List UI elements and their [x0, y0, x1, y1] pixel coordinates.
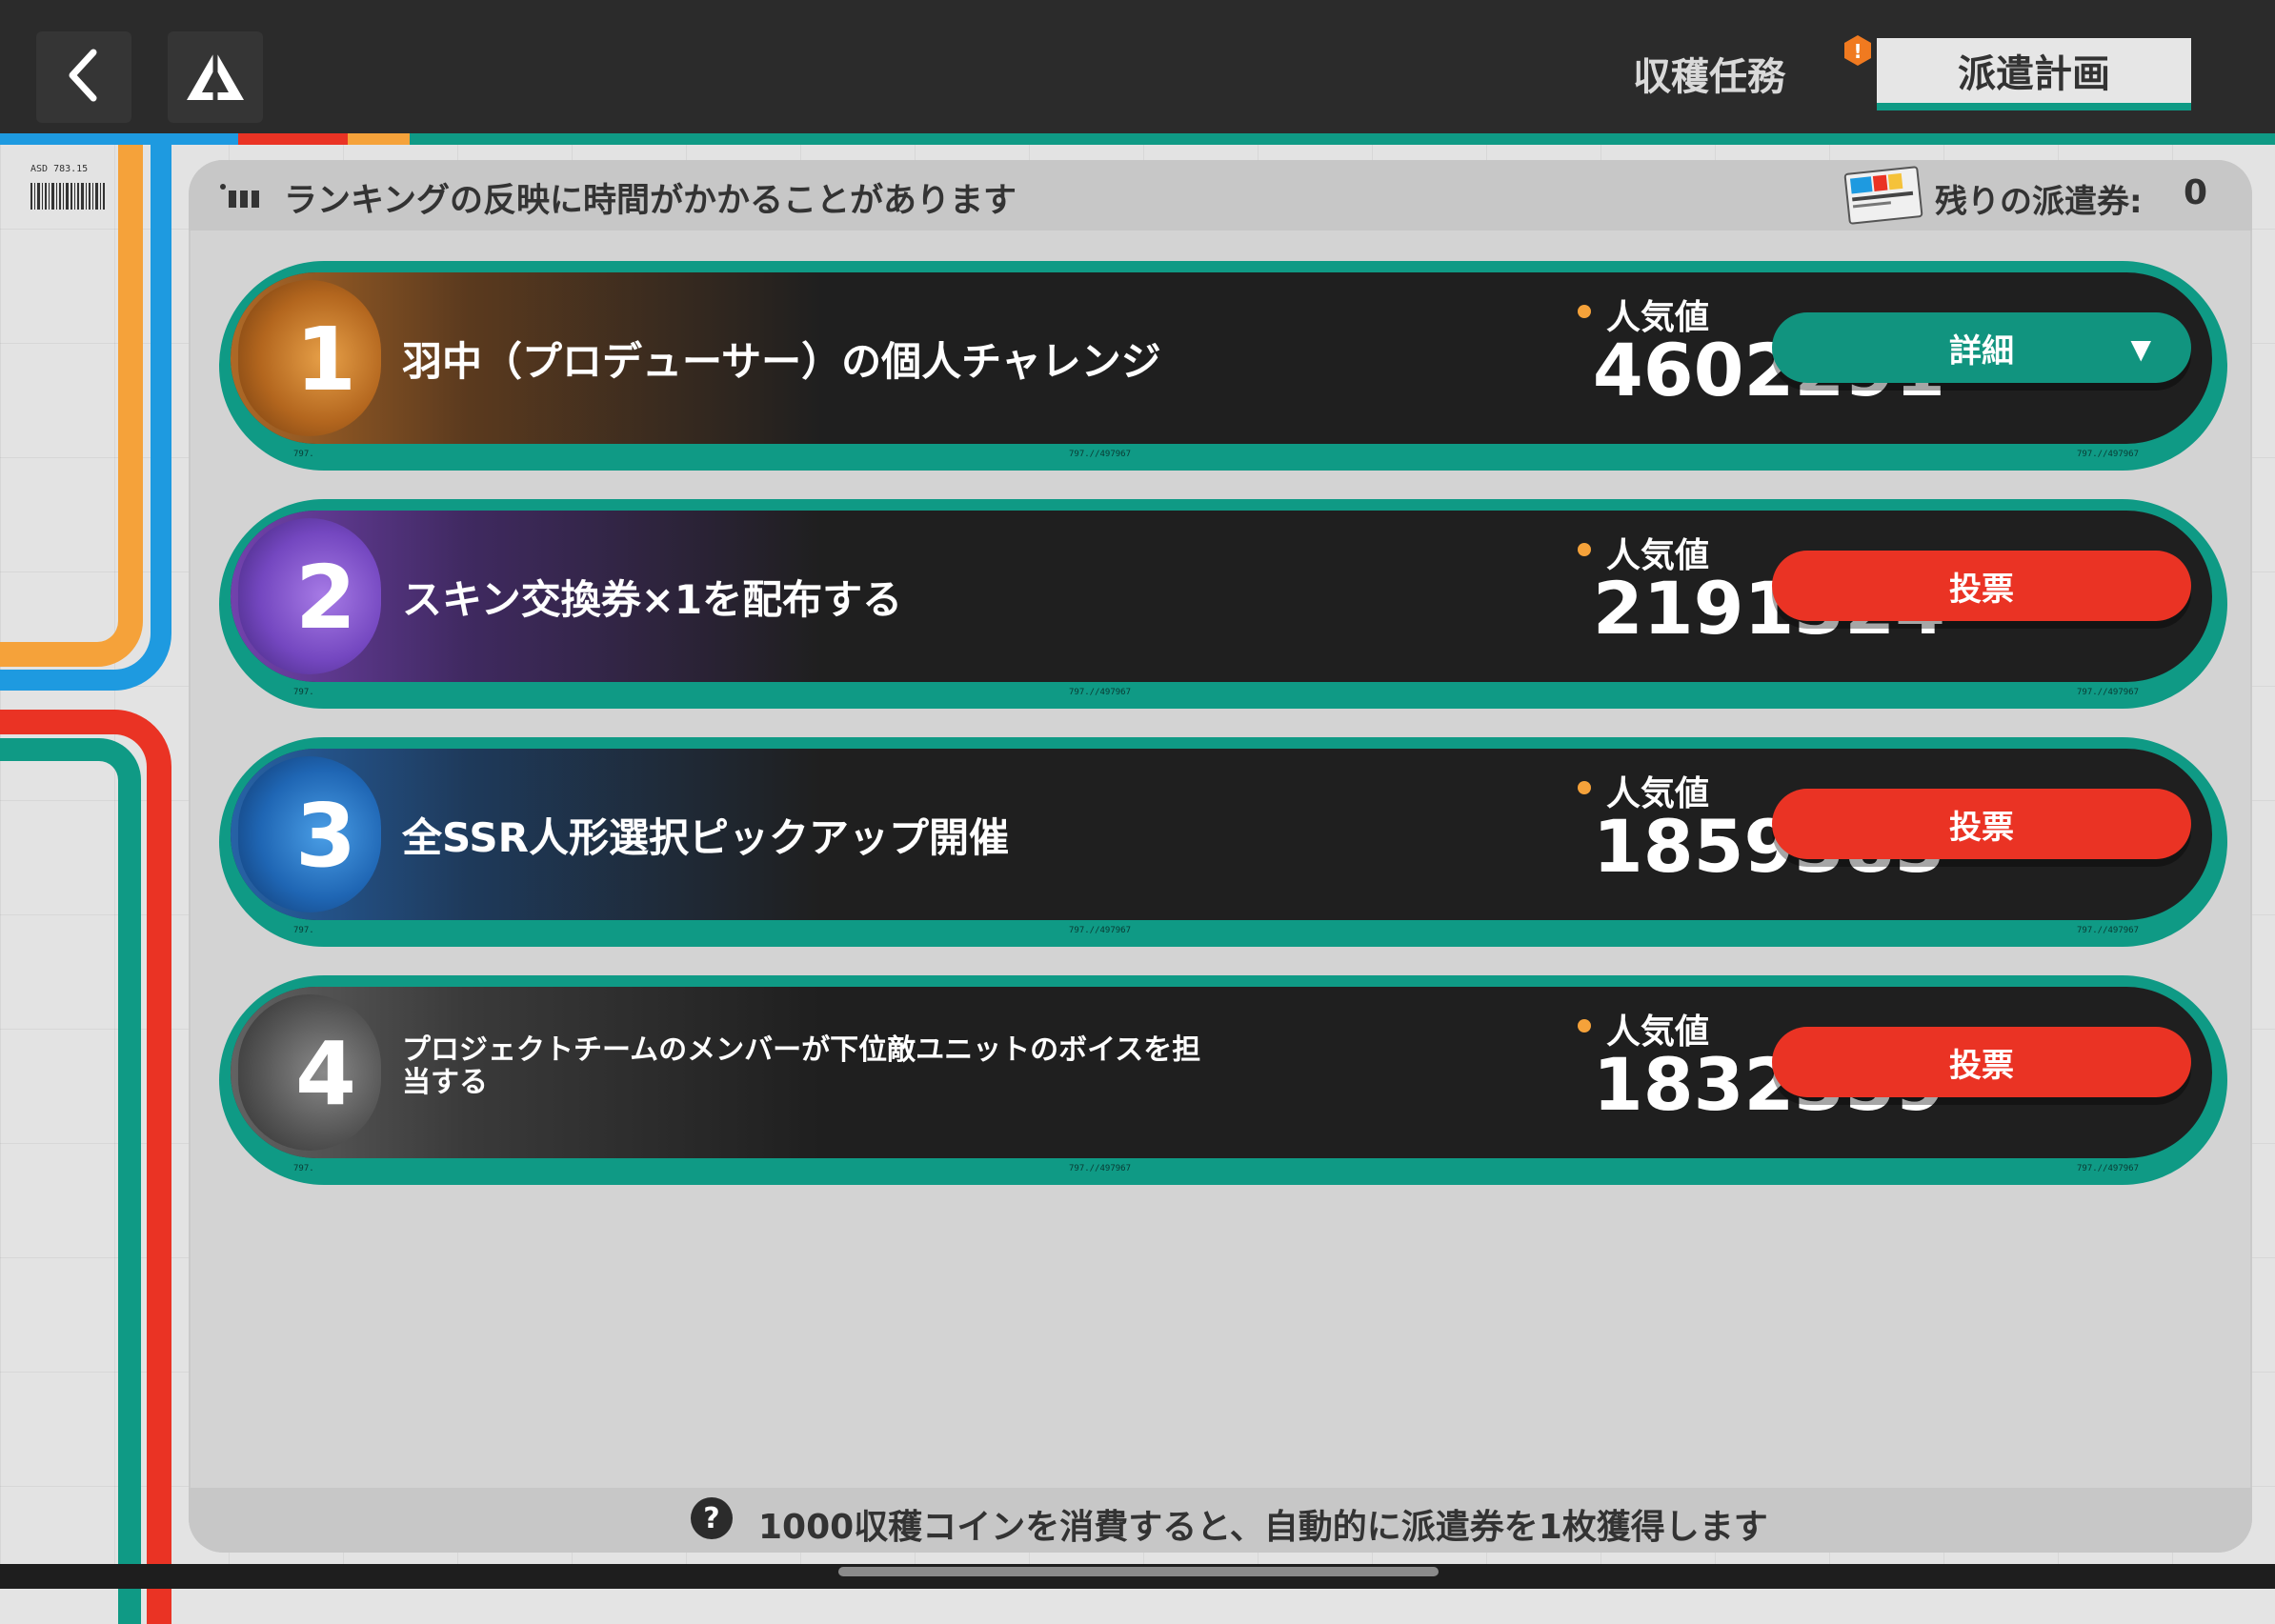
- details-button[interactable]: 詳細 ▼: [1772, 312, 2191, 383]
- rank-number: 4: [294, 1023, 356, 1125]
- track-line-teal: [0, 738, 141, 1624]
- vote-button[interactable]: 投票: [1772, 551, 2191, 621]
- alert-icon: !: [1842, 34, 1873, 70]
- tab-harvest-missions[interactable]: 収穫任務: [1633, 46, 1785, 101]
- rank-number: 1: [294, 309, 356, 411]
- top-bar: 収穫任務 ! 派遣計画: [0, 0, 2275, 133]
- rank-number: 3: [294, 785, 356, 887]
- tab-dispatch-plan-label: 派遣計画: [1958, 52, 2110, 96]
- ranking-card-3: 3 全SSR人形選択ピックアップ開催 人気値 1859383 投票 797. 7…: [219, 737, 2227, 947]
- panel-footer: ? 1000収穫コインを消費すると、自動的に派遣券を1枚獲得します: [189, 1488, 2252, 1553]
- tab-dispatch-plan[interactable]: 派遣計画: [1877, 38, 2191, 110]
- popularity-dot: [1578, 543, 1591, 556]
- vote-button[interactable]: 投票: [1772, 1027, 2191, 1097]
- rank-number: 2: [294, 547, 356, 649]
- track-line-orange: [0, 143, 143, 667]
- ranking-title: 全SSR人形選択ピックアップ開催: [402, 814, 1009, 861]
- caret-down-icon: ▼: [2130, 333, 2151, 365]
- svg-text:!: !: [1853, 40, 1862, 63]
- ranking-title: プロジェクトチームのメンバーが下位敵ユニットのボイスを担当する: [402, 1033, 1201, 1099]
- popularity-dot: [1578, 781, 1591, 794]
- ranking-card-4: 4 プロジェクトチームのメンバーが下位敵ユニットのボイスを担当する 人気値 18…: [219, 975, 2227, 1185]
- triangle-logo-icon: [185, 49, 246, 106]
- chevron-left-icon: [65, 47, 103, 108]
- home-button[interactable]: [168, 31, 263, 123]
- panel-header: ランキングの反映に時間がかかることがあります 残りの派遣券: 0: [189, 160, 2252, 231]
- question-icon[interactable]: ?: [691, 1497, 733, 1539]
- ranking-card-2: 2 スキン交換券×1を配布する 人気値 2191324 投票 797. 797.…: [219, 499, 2227, 709]
- vote-button[interactable]: 投票: [1772, 789, 2191, 859]
- header-stripe-red: [238, 133, 348, 145]
- popularity-dot: [1578, 305, 1591, 318]
- header-stripe-teal: [410, 133, 2275, 145]
- ticket-count: 0: [2184, 173, 2208, 212]
- header-stripe-blue: [0, 133, 238, 145]
- ranking-title: 羽中（プロデューサー）の個人チャレンジ: [402, 338, 1161, 385]
- footer-note: 1000収穫コインを消費すると、自動的に派遣券を1枚獲得します: [758, 1508, 1768, 1547]
- ticket-label: 残りの派遣券:: [1935, 183, 2143, 221]
- header-stripe-orange: [348, 133, 410, 145]
- svg-text:ASD 783.15: ASD 783.15: [30, 164, 88, 174]
- ranking-notice: ランキングの反映に時間がかかることがあります: [284, 182, 1017, 220]
- ranking-title: スキン交換券×1を配布する: [402, 576, 903, 623]
- scrollbar[interactable]: [838, 1567, 1439, 1576]
- ranking-card-1: 1 羽中（プロデューサー）の個人チャレンジ 人気値 4602291 詳細 ▼ 7…: [219, 261, 2227, 471]
- barcode-decoration: ASD 783.15: [29, 160, 114, 219]
- details-button-label: 詳細: [1949, 331, 2014, 371]
- popularity-dot: [1578, 1019, 1591, 1033]
- back-button[interactable]: [36, 31, 131, 123]
- signal-icon: [219, 183, 265, 215]
- ticket-icon: [1843, 166, 1923, 225]
